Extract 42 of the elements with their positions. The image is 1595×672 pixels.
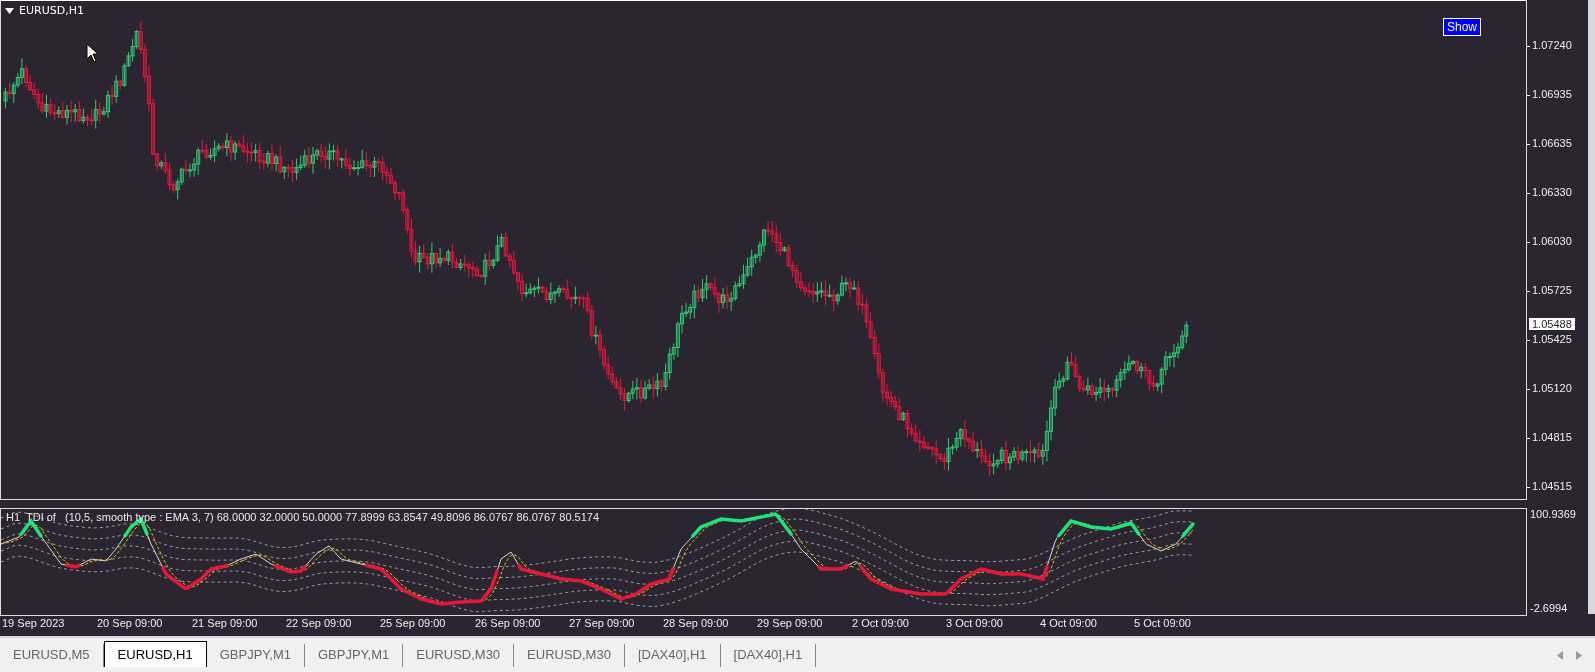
time-label: 5 Oct 09:00 bbox=[1134, 617, 1191, 629]
scale-label: 100.9369 bbox=[1530, 508, 1576, 520]
chart-tab[interactable]: EURUSD,H1 bbox=[103, 641, 207, 667]
time-label: 20 Sep 09:00 bbox=[97, 617, 163, 629]
time-label: 4 Oct 09:00 bbox=[1040, 617, 1097, 629]
chart-tab[interactable]: GBPJPY,M1 bbox=[206, 644, 305, 667]
current-price-label: 1.05488 bbox=[1529, 318, 1575, 330]
scroll-right-icon[interactable] bbox=[1576, 651, 1582, 660]
chart-tab[interactable]: [DAX40],H1 bbox=[624, 644, 721, 667]
scale-label: -2.6994 bbox=[1530, 602, 1568, 614]
time-label: 19 Sep 2023 bbox=[2, 617, 65, 629]
scrollbar[interactable] bbox=[1588, 0, 1595, 614]
price-label: 1.05725 bbox=[1527, 284, 1572, 296]
time-label: 22 Sep 09:00 bbox=[286, 617, 352, 629]
time-label: 28 Sep 09:00 bbox=[663, 617, 729, 629]
time-label: 2 Oct 09:00 bbox=[852, 617, 909, 629]
price-label: 1.06030 bbox=[1527, 235, 1572, 247]
show-button[interactable]: Show bbox=[1442, 18, 1481, 36]
chart-tab[interactable]: EURUSD,M5 bbox=[0, 644, 104, 667]
price-label: 1.06330 bbox=[1527, 186, 1572, 198]
price-label: 1.06935 bbox=[1527, 88, 1572, 100]
scroll-left-icon[interactable] bbox=[1557, 651, 1563, 660]
time-label: 3 Oct 09:00 bbox=[946, 617, 1003, 629]
price-label: 1.04815 bbox=[1527, 431, 1572, 443]
price-label: 1.06635 bbox=[1527, 137, 1572, 149]
time-label: 27 Sep 09:00 bbox=[569, 617, 635, 629]
price-label: 1.05425 bbox=[1527, 333, 1572, 345]
time-label: 25 Sep 09:00 bbox=[380, 617, 446, 629]
time-label: 29 Sep 09:00 bbox=[757, 617, 823, 629]
price-label: 1.04515 bbox=[1527, 480, 1572, 492]
chart-tab[interactable]: [DAX40],H1 bbox=[720, 644, 817, 667]
price-label: 1.05120 bbox=[1527, 382, 1572, 394]
cursor-icon bbox=[86, 43, 99, 63]
chart-title: EURUSD,H1 bbox=[19, 4, 84, 17]
dropdown-icon[interactable] bbox=[5, 7, 14, 14]
price-label: 1.07240 bbox=[1527, 39, 1572, 51]
chart-tab[interactable]: EURUSD,M30 bbox=[403, 644, 515, 667]
indicator-title: H1 TDI of (10,5, smooth type : EMA 3, 7) 68.0000 32.0000 50.0000 77.8999 63.8547 49.8096 86.0767 86.0767 80.5174 bbox=[6, 511, 600, 523]
time-label: 21 Sep 09:00 bbox=[192, 617, 258, 629]
chart-tab[interactable]: EURUSD,M30 bbox=[514, 644, 625, 667]
time-label: 26 Sep 09:00 bbox=[475, 617, 541, 629]
chart-tab[interactable]: GBPJPY,M1 bbox=[305, 644, 404, 667]
